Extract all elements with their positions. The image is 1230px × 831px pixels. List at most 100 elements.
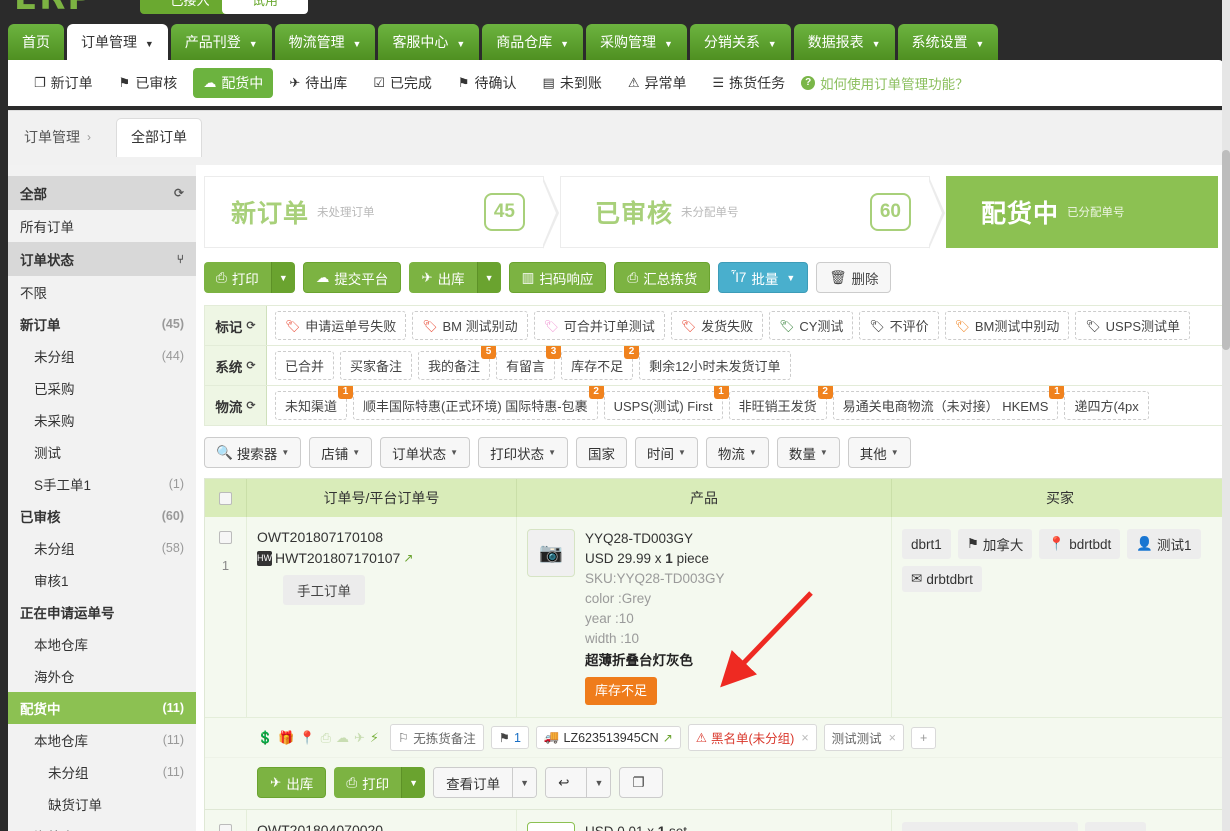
tag-chip-USPS测试单[interactable]: 🏷 USPS测试单 (1075, 311, 1191, 340)
subnav-item-5[interactable]: ⚑ 待确认 (448, 68, 527, 98)
subnav-item-8[interactable]: ☰ 拣货任务 (702, 68, 795, 98)
row-action-main[interactable]: ⎙ 打印 (334, 767, 402, 798)
status-step-0[interactable]: 新订单 未处理订单 45 (204, 176, 559, 249)
filter-搜索器[interactable]: 🔍 搜索器 ▼ (204, 437, 302, 468)
money-icon[interactable]: 💲 (257, 730, 273, 746)
subnav-item-0[interactable]: ❐ 新订单 (24, 68, 103, 98)
plane-icon[interactable]: ✈ (354, 730, 365, 746)
action-打印[interactable]: ⎙ 打印 ▼ (204, 262, 295, 293)
sidebar-item-本地仓库[interactable]: 本地仓库 (8, 628, 196, 660)
tag-chip-已合并[interactable]: 已合并 (275, 351, 335, 380)
action-提交平台[interactable]: ☁ 提交平台 (302, 262, 402, 293)
select-all-checkbox[interactable] (219, 491, 232, 505)
order-number[interactable]: OWT201804070020 (257, 822, 506, 831)
nav-tab-2[interactable]: 产品刊登 ▼ (170, 24, 272, 60)
print-icon[interactable]: ⎙ (321, 730, 331, 746)
filter-时间[interactable]: 时间 ▼ (635, 437, 698, 468)
refresh-icon[interactable]: ⟳ (246, 359, 255, 372)
subnav-item-4[interactable]: ☑ 已完成 (363, 68, 442, 98)
product-thumbnail[interactable] (527, 822, 575, 831)
subnav-item-6[interactable]: ▤ 未到账 (533, 68, 612, 98)
row-checkbox[interactable] (219, 531, 232, 544)
tag-chip-顺丰国际特惠(正式环境) 国际特惠-包裹[interactable]: 顺丰国际特惠(正式环境) 国际特惠-包裹 2 (353, 386, 604, 420)
cloud-icon[interactable]: ☁ (336, 730, 349, 746)
flag-count-chip[interactable]: ⚑ 1 (490, 726, 529, 749)
buyer-chip[interactable]: NCMS c/o Rebecca Taylor (902, 822, 1079, 831)
subnav-item-1[interactable]: ⚑ 已审核 (109, 68, 188, 98)
page-scrollbar-thumb[interactable] (1222, 150, 1230, 350)
nav-tab-8[interactable]: 数据报表 ▼ (793, 24, 895, 60)
sidebar-item-所有订单[interactable]: 所有订单 (8, 210, 196, 242)
action-出库-main[interactable]: ✈ 出库 (409, 262, 477, 293)
sidebar-item-缺货订单[interactable]: 缺货订单 (8, 788, 196, 820)
tag-chip-未知渠道[interactable]: 未知渠道 1 (275, 386, 354, 420)
sidebar-item-未分组[interactable]: 未分组 (11) (8, 756, 196, 788)
buyer-chip[interactable]: 👤 测试1 (1127, 529, 1201, 559)
sidebar-item-新订单[interactable]: 新订单 (45) (8, 308, 196, 340)
status-step-2[interactable]: 配货中 已分配单号 (946, 176, 1218, 248)
tag-chip-BM 测试别动[interactable]: 🏷 BM 测试别动 (412, 311, 528, 340)
refresh-icon[interactable]: ⟳ (246, 319, 255, 332)
filter-数量[interactable]: 数量 ▼ (776, 437, 840, 468)
buyer-chip[interactable]: ✉ drbtdbrt (902, 566, 982, 592)
page-scrollbar[interactable] (1222, 0, 1230, 831)
refresh-icon[interactable]: ⟳ (246, 399, 255, 412)
blacklist-chip[interactable]: ⚠ 黑名单(未分组) × (687, 724, 817, 751)
tab-all-orders[interactable]: 全部订单 (116, 118, 202, 157)
nav-tab-0[interactable]: 首页 (8, 24, 64, 60)
add-tag-button[interactable]: + (910, 726, 937, 749)
subnav-item-7[interactable]: ⚠ 异常单 (618, 68, 697, 98)
chevron-down-icon[interactable]: ▼ (476, 262, 501, 293)
picking-note-chip[interactable]: ⚐ 无拣货备注 (390, 724, 484, 751)
row-action-undo[interactable]: ↩ ▼ (545, 767, 612, 798)
nav-tab-1[interactable]: 订单管理 ▼ (67, 24, 168, 60)
sidebar-item-未分组[interactable]: 未分组 (58) (8, 532, 196, 564)
tag-chip-递四方(4px[interactable]: 递四方(4px (1064, 391, 1149, 420)
tag-chip-我的备注[interactable]: 我的备注 5 (418, 346, 497, 380)
buyer-chip[interactable]: 📍 bdrtbdt (1039, 529, 1121, 559)
sidebar-item-配货中[interactable]: 配货中 (11) (8, 692, 196, 724)
extra-tag-chip[interactable]: 测试测试 × (823, 724, 904, 751)
action-汇总拣货[interactable]: ⎙ 汇总拣货 (614, 262, 711, 293)
tag-chip-发货失败[interactable]: 🏷 发货失败 (670, 311, 764, 340)
sidebar-item-不限[interactable]: 不限 (8, 276, 196, 308)
sidebar-item-本地仓库[interactable]: 本地仓库 (11) (8, 724, 196, 756)
row-action-main[interactable]: 查看订单 (434, 768, 513, 797)
action-打印-main[interactable]: ⎙ 打印 (204, 262, 271, 293)
chevron-down-icon[interactable]: ▼ (512, 768, 537, 797)
close-icon[interactable]: × (889, 731, 896, 745)
tracking-number-chip[interactable]: 🚚 LZ623513945CN ↗ (535, 726, 681, 749)
nav-tab-4[interactable]: 客服中心 ▼ (378, 24, 480, 60)
breadcrumb-parent[interactable]: 订单管理 (24, 127, 80, 147)
nav-tab-7[interactable]: 分销关系 ▼ (689, 24, 791, 60)
tag-chip-易通关电商物流（未对接） HKEMS[interactable]: 易通关电商物流（未对接） HKEMS 1 (832, 386, 1065, 420)
tag-chip-有留言[interactable]: 有留言 3 (496, 346, 562, 380)
filter-物流[interactable]: 物流 ▼ (705, 437, 769, 468)
chevron-down-icon[interactable]: ▼ (401, 767, 426, 798)
filter-其他[interactable]: 其他 ▼ (847, 437, 911, 468)
buyer-chip[interactable]: ⚑ 美国 (1085, 822, 1147, 831)
row-action-copy-icon[interactable]: ❐ (619, 767, 663, 798)
tag-chip-CY测试[interactable]: 🏷 CY测试 (769, 311, 854, 340)
filter-店铺[interactable]: 店铺 ▼ (309, 437, 373, 468)
filter-打印状态[interactable]: 打印状态 ▼ (478, 437, 568, 468)
chevron-down-icon[interactable]: ▼ (586, 768, 611, 797)
order-number[interactable]: OWT201807170108 (257, 529, 506, 545)
chevron-down-icon[interactable]: ▼ (270, 262, 295, 293)
nav-tab-3[interactable]: 物流管理 ▼ (274, 24, 376, 60)
nav-tab-6[interactable]: 采购管理 ▼ (586, 24, 687, 60)
nav-tab-9[interactable]: 系统设置 ▼ (897, 24, 999, 60)
tag-chip-非旺销王发货[interactable]: 非旺销王发货 2 (728, 386, 833, 420)
sidebar-item-未分组[interactable]: 未分组 (44) (8, 340, 196, 372)
sidebar-item-已审核[interactable]: 已审核 (60) (8, 500, 196, 532)
sidebar-item-正在申请运单号[interactable]: 正在申请运单号 (8, 596, 196, 628)
sidebar-item-S手工单1[interactable]: S手工单1 (1) (8, 468, 196, 500)
gift-icon[interactable]: 🎁 (278, 730, 294, 746)
tag-chip-申请运单号失败[interactable]: 🏷 申请运单号失败 (275, 311, 407, 340)
external-link-icon[interactable]: ↗ (663, 731, 673, 745)
nav-tab-5[interactable]: 商品仓库 ▼ (482, 24, 584, 60)
subnav-item-3[interactable]: ✈ 待出库 (279, 68, 357, 98)
row-action-查看订单[interactable]: 查看订单 ▼ (433, 767, 538, 798)
row-action-main[interactable]: ↩ (546, 768, 587, 797)
tag-chip-库存不足[interactable]: 库存不足 2 (561, 346, 640, 380)
